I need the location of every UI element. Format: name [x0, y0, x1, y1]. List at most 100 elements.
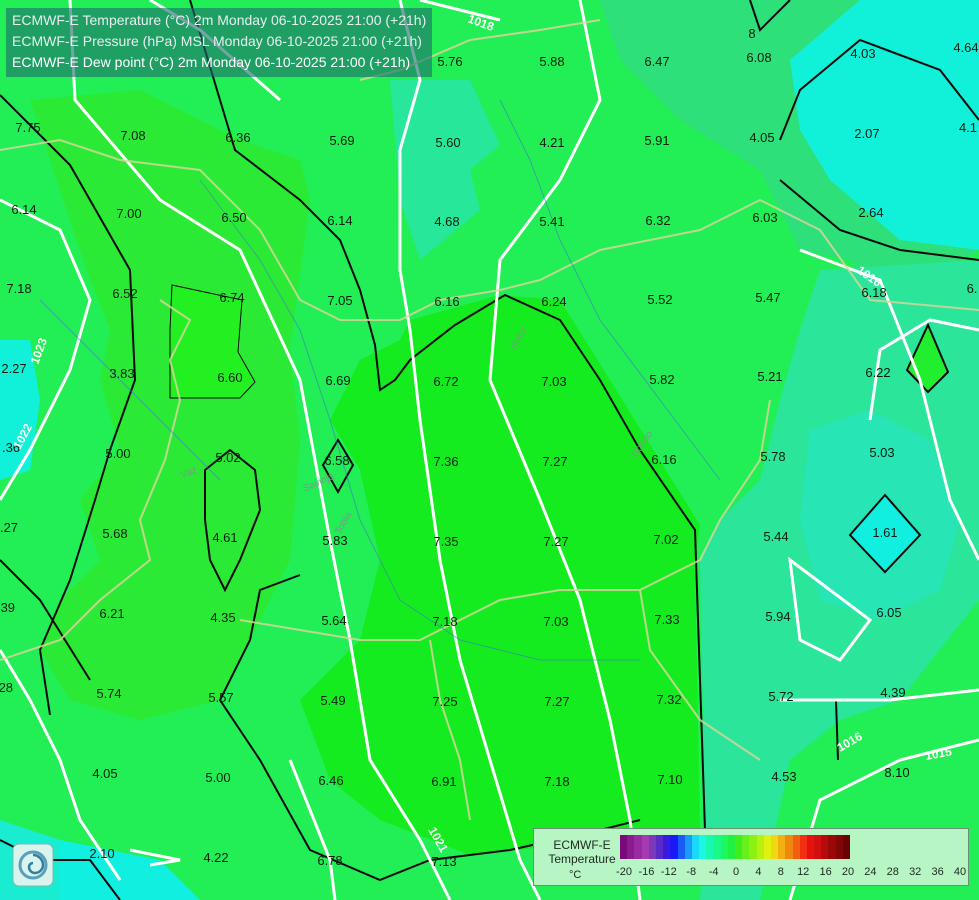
- value-label: 5.44: [763, 529, 788, 544]
- legend-swatch: [792, 835, 800, 859]
- value-label: 6.16: [651, 452, 676, 467]
- value-label: 7.08: [120, 128, 145, 143]
- temperature-legend: ECMWF-E Temperature °C -20 -16 -12 -8 -4 0 4 8 1…: [533, 828, 969, 886]
- map-stage: 5.76 5.88 6.47 6.08 4.03 4.64 7.75 7.08 …: [0, 0, 979, 900]
- weather-map: 5.76 5.88 6.47 6.08 4.03 4.64 7.75 7.08 …: [0, 0, 979, 900]
- legend-tick: 12: [797, 866, 810, 878]
- legend-swatch: [655, 835, 664, 859]
- legend-tick: -16: [638, 866, 655, 878]
- value-label: 7.32: [656, 692, 681, 707]
- value-label: 5.00: [205, 770, 230, 785]
- value-label: 5.76: [437, 54, 462, 69]
- value-label: 4.22: [203, 850, 228, 865]
- legend-color-bar: [620, 835, 850, 859]
- value-label: 7.27: [542, 454, 567, 469]
- value-label: 4.1: [959, 120, 977, 135]
- value-label: 6.21: [99, 606, 124, 621]
- legend-title-line1: ECMWF-E: [553, 838, 611, 852]
- legend-tick: 20: [841, 866, 855, 878]
- value-label: 6.32: [645, 213, 670, 228]
- value-label: 4.35: [210, 610, 235, 625]
- value-label: 2.64: [858, 205, 883, 220]
- legend-swatch: [670, 835, 678, 859]
- title-dewpoint: ECMWF-E Dew point (°C) 2m Monday 06-10-2…: [12, 54, 411, 70]
- legend-swatch: [742, 835, 750, 859]
- value-label: 6.: [967, 281, 978, 296]
- value-label: 5.91: [644, 133, 669, 148]
- value-label: 7.18: [544, 774, 569, 789]
- value-label: 5.57: [208, 690, 233, 705]
- value-label: 8.10: [884, 765, 909, 780]
- value-label: 6.60: [217, 370, 242, 385]
- map-header: ECMWF-E Temperature (°C) 2m Monday 06-10…: [6, 8, 433, 77]
- value-label: 8: [748, 26, 755, 41]
- legend-tick: 4: [755, 866, 762, 878]
- legend-tick: 28: [886, 866, 899, 878]
- legend-swatch: [814, 835, 822, 859]
- legend-swatch: [648, 835, 656, 859]
- value-label: 7.35: [433, 534, 458, 549]
- legend-tick: 32: [909, 866, 922, 878]
- value-label: 6.78: [317, 853, 342, 868]
- value-label: 3.83: [109, 366, 134, 381]
- value-label: 4.05: [749, 130, 774, 145]
- value-label: 2.27: [1, 361, 26, 376]
- value-label: 5.72: [768, 689, 793, 704]
- legend-unit: °C: [569, 869, 582, 881]
- value-label: 7.13: [431, 854, 456, 869]
- value-label: 6.03: [752, 210, 777, 225]
- value-label: 4.39: [880, 685, 905, 700]
- legend-tick: 40: [953, 866, 967, 878]
- legend-tick: 16: [819, 866, 832, 878]
- value-label: 7.05: [327, 293, 352, 308]
- value-label: 7.03: [543, 614, 568, 629]
- legend-swatch: [684, 835, 692, 859]
- value-label: 4.68: [434, 214, 459, 229]
- value-label: .27: [0, 520, 18, 535]
- legend-swatch: [821, 835, 829, 859]
- legend-swatch: [806, 835, 815, 859]
- value-label: 7.00: [116, 206, 141, 221]
- value-label: 6.72: [433, 374, 458, 389]
- value-label: 6.69: [325, 373, 350, 388]
- value-label: 6.46: [318, 773, 343, 788]
- value-label: 5.82: [649, 372, 674, 387]
- value-label: 6.05: [876, 605, 901, 620]
- value-label: 4.21: [539, 135, 564, 150]
- value-label: 7.25: [432, 694, 457, 709]
- legend-swatch: [699, 835, 707, 859]
- legend-tick: 0: [732, 866, 740, 878]
- value-label: 4.03: [850, 46, 875, 61]
- value-label: 5.69: [329, 133, 354, 148]
- value-label: 6.36: [225, 130, 250, 145]
- value-label: 6.47: [644, 54, 669, 69]
- value-label: 5.78: [760, 449, 785, 464]
- value-label: 6.74: [219, 290, 244, 305]
- value-label: 4.05: [92, 766, 117, 781]
- value-label: .28: [0, 680, 13, 695]
- value-label: 1.61: [872, 525, 897, 540]
- value-label: 6.22: [865, 365, 890, 380]
- value-label: 4.64: [953, 40, 978, 55]
- value-label: 5.41: [539, 214, 564, 229]
- value-label: 7.18: [432, 614, 457, 629]
- legend-swatch: [763, 835, 771, 859]
- legend-tick: -8: [686, 866, 697, 878]
- value-label: 4.53: [771, 769, 796, 784]
- value-label: 7.27: [544, 694, 569, 709]
- legend-title-line2: Temperature: [548, 852, 616, 866]
- legend-tick: -4: [708, 866, 719, 878]
- swirl-logo-icon: [12, 843, 54, 887]
- legend-swatch: [620, 835, 628, 859]
- title-temperature: ECMWF-E Temperature (°C) 2m Monday 06-10…: [12, 12, 427, 28]
- value-label: 5.74: [96, 686, 121, 701]
- legend-swatch: [828, 835, 836, 859]
- value-label: 7.02: [653, 532, 678, 547]
- legend-swatch: [842, 835, 850, 859]
- value-label: 2.07: [854, 126, 879, 141]
- legend-swatch: [663, 835, 671, 859]
- value-label: 5.94: [765, 609, 790, 624]
- value-label: 5.47: [755, 290, 780, 305]
- value-label: 6.52: [112, 286, 137, 301]
- value-label: 6.50: [221, 210, 246, 225]
